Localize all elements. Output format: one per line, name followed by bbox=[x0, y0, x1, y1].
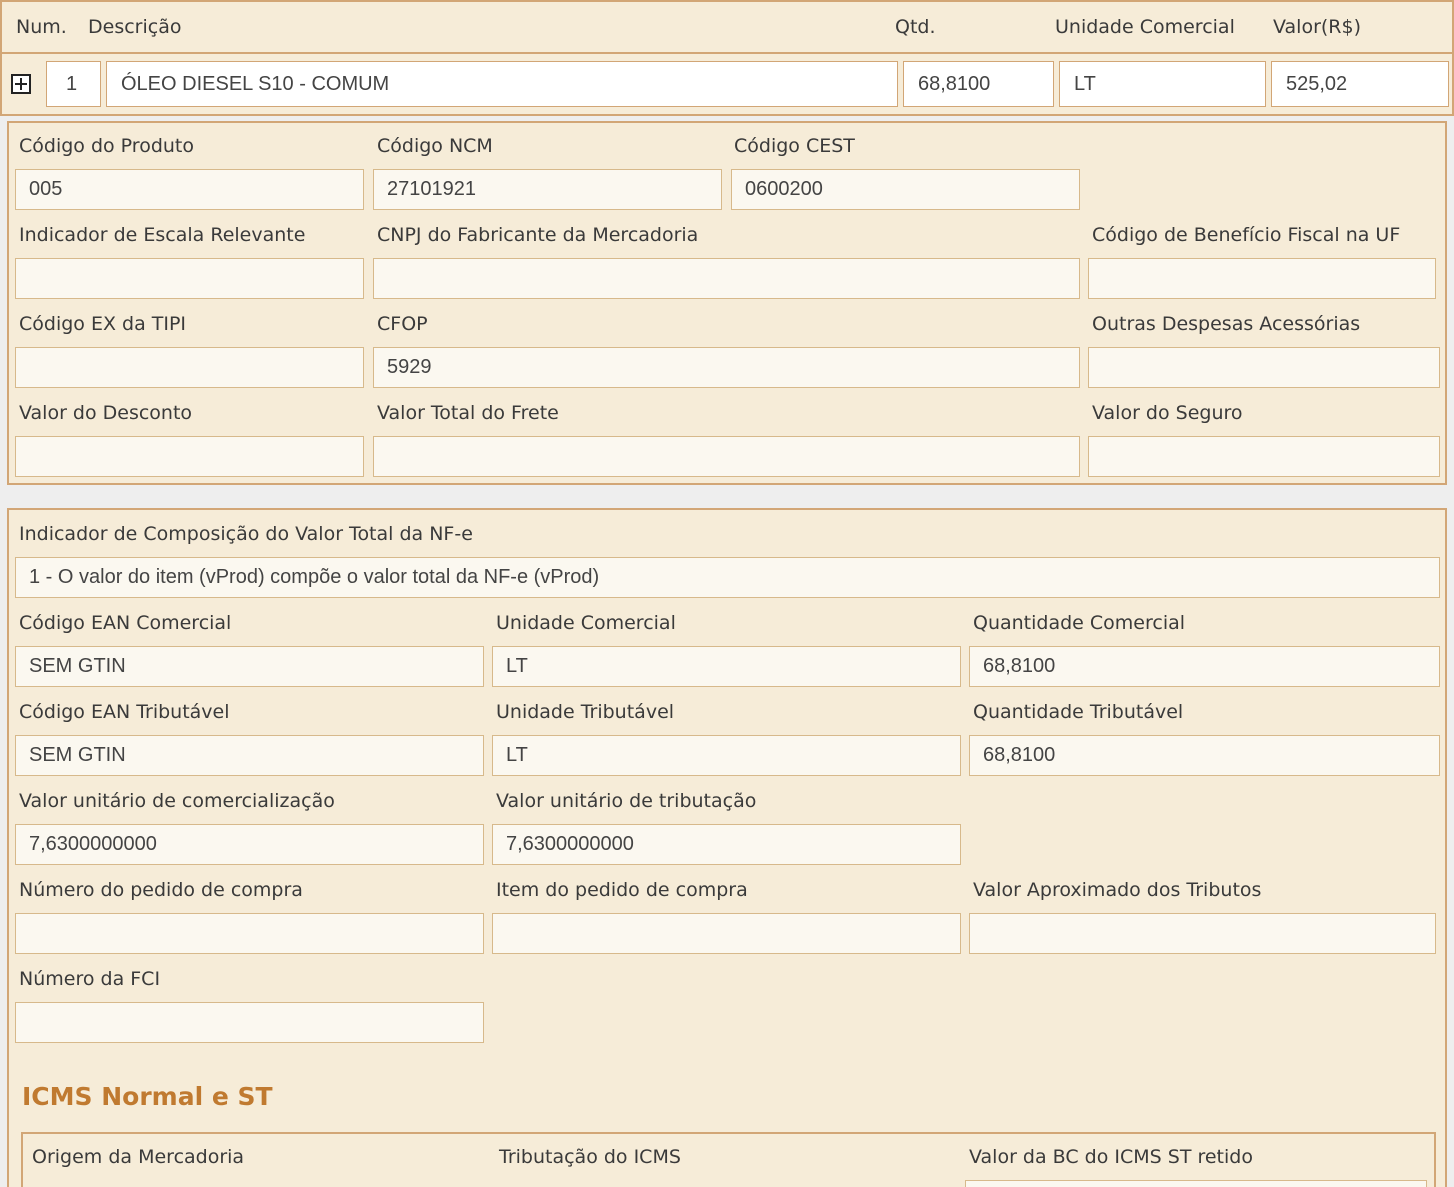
header-unidade-comercial: Unidade Comercial bbox=[1055, 16, 1235, 38]
origem-mercadoria-label: Origem da Mercadoria bbox=[32, 1146, 245, 1168]
numero-fci-field[interactable] bbox=[15, 1002, 484, 1043]
indicador-escala-label: Indicador de Escala Relevante bbox=[19, 224, 306, 246]
indicador-composicao-field[interactable]: 1 - O valor do item (vProd) compõe o val… bbox=[15, 557, 1440, 598]
header-descricao: Descrição bbox=[88, 16, 182, 38]
tributacao-icms-label: Tributação do ICMS bbox=[499, 1146, 681, 1168]
indicador-composicao-label: Indicador de Composição do Valor Total d… bbox=[19, 523, 473, 545]
item-valor-cell: 525,02 bbox=[1271, 61, 1449, 107]
item-qtd-cell: 68,8100 bbox=[903, 61, 1054, 107]
cfop-field[interactable]: 5929 bbox=[373, 347, 1080, 388]
valor-seguro-label: Valor do Seguro bbox=[1092, 402, 1243, 424]
unidade-comercial-field[interactable]: LT bbox=[492, 646, 961, 687]
valor-unit-tributacao-field[interactable]: 7,6300000000 bbox=[492, 824, 961, 865]
header-qtd: Qtd. bbox=[895, 16, 936, 38]
header-valor: Valor(R$) bbox=[1273, 16, 1361, 38]
ean-comercial-field[interactable]: SEM GTIN bbox=[15, 646, 484, 687]
codigo-ncm-field[interactable]: 27101921 bbox=[373, 169, 722, 210]
valor-unit-comercializacao-field[interactable]: 7,6300000000 bbox=[15, 824, 484, 865]
unidade-comercial-label: Unidade Comercial bbox=[496, 612, 676, 634]
codigo-beneficio-field[interactable] bbox=[1088, 258, 1436, 299]
cnpj-fabricante-field[interactable] bbox=[373, 258, 1080, 299]
ean-tributavel-label: Código EAN Tributável bbox=[19, 701, 230, 723]
cfop-label: CFOP bbox=[377, 313, 428, 335]
icms-section-title: ICMS Normal e ST bbox=[22, 1082, 273, 1111]
plus-square-icon[interactable] bbox=[11, 74, 31, 94]
codigo-ex-tipi-label: Código EX da TIPI bbox=[19, 313, 187, 335]
valor-bc-icms-st-field[interactable] bbox=[965, 1180, 1427, 1187]
valor-bc-icms-st-label: Valor da BC do ICMS ST retido bbox=[969, 1146, 1253, 1168]
cnpj-fabricante-label: CNPJ do Fabricante da Mercadoria bbox=[377, 224, 699, 246]
item-descricao-cell: ÓLEO DIESEL S10 - COMUM bbox=[106, 61, 898, 107]
unidade-tributavel-label: Unidade Tributável bbox=[496, 701, 675, 723]
valor-unit-comercializacao-label: Valor unitário de comercialização bbox=[19, 790, 335, 812]
item-num-cell: 1 bbox=[46, 61, 101, 107]
item-unidade-cell: LT bbox=[1059, 61, 1266, 107]
codigo-ncm-label: Código NCM bbox=[377, 135, 493, 157]
quantidade-tributavel-label: Quantidade Tributável bbox=[973, 701, 1184, 723]
valor-frete-field[interactable] bbox=[373, 436, 1080, 477]
valor-desconto-field[interactable] bbox=[15, 436, 364, 477]
codigo-beneficio-label: Código de Benefício Fiscal na UF bbox=[1092, 224, 1401, 246]
ean-tributavel-field[interactable]: SEM GTIN bbox=[15, 735, 484, 776]
codigo-cest-field[interactable]: 0600200 bbox=[731, 169, 1080, 210]
codigo-cest-label: Código CEST bbox=[734, 135, 855, 157]
indicador-escala-field[interactable] bbox=[15, 258, 364, 299]
header-num: Num. bbox=[16, 16, 67, 38]
codigo-ex-tipi-field[interactable] bbox=[15, 347, 364, 388]
numero-pedido-label: Número do pedido de compra bbox=[19, 879, 303, 901]
item-pedido-label: Item do pedido de compra bbox=[496, 879, 748, 901]
valor-aprox-tributos-field[interactable] bbox=[969, 913, 1436, 954]
quantidade-comercial-label: Quantidade Comercial bbox=[973, 612, 1186, 634]
outras-despesas-field[interactable] bbox=[1088, 347, 1440, 388]
unidade-tributavel-field[interactable]: LT bbox=[492, 735, 961, 776]
items-table-header: Num. Descrição Qtd. Unidade Comercial Va… bbox=[0, 0, 1454, 54]
valor-frete-label: Valor Total do Frete bbox=[377, 402, 559, 424]
outras-despesas-label: Outras Despesas Acessórias bbox=[1092, 313, 1361, 335]
valor-unit-tributacao-label: Valor unitário de tributação bbox=[496, 790, 757, 812]
valor-aprox-tributos-label: Valor Aproximado dos Tributos bbox=[973, 879, 1262, 901]
item-pedido-field[interactable] bbox=[492, 913, 961, 954]
quantidade-tributavel-field[interactable]: 68,8100 bbox=[969, 735, 1440, 776]
codigo-produto-label: Código do Produto bbox=[19, 135, 194, 157]
codigo-produto-field[interactable]: 005 bbox=[15, 169, 364, 210]
valor-desconto-label: Valor do Desconto bbox=[19, 402, 193, 424]
numero-fci-label: Número da FCI bbox=[19, 968, 161, 990]
numero-pedido-field[interactable] bbox=[15, 913, 484, 954]
ean-comercial-label: Código EAN Comercial bbox=[19, 612, 232, 634]
valor-seguro-field[interactable] bbox=[1088, 436, 1440, 477]
quantidade-comercial-field[interactable]: 68,8100 bbox=[969, 646, 1440, 687]
